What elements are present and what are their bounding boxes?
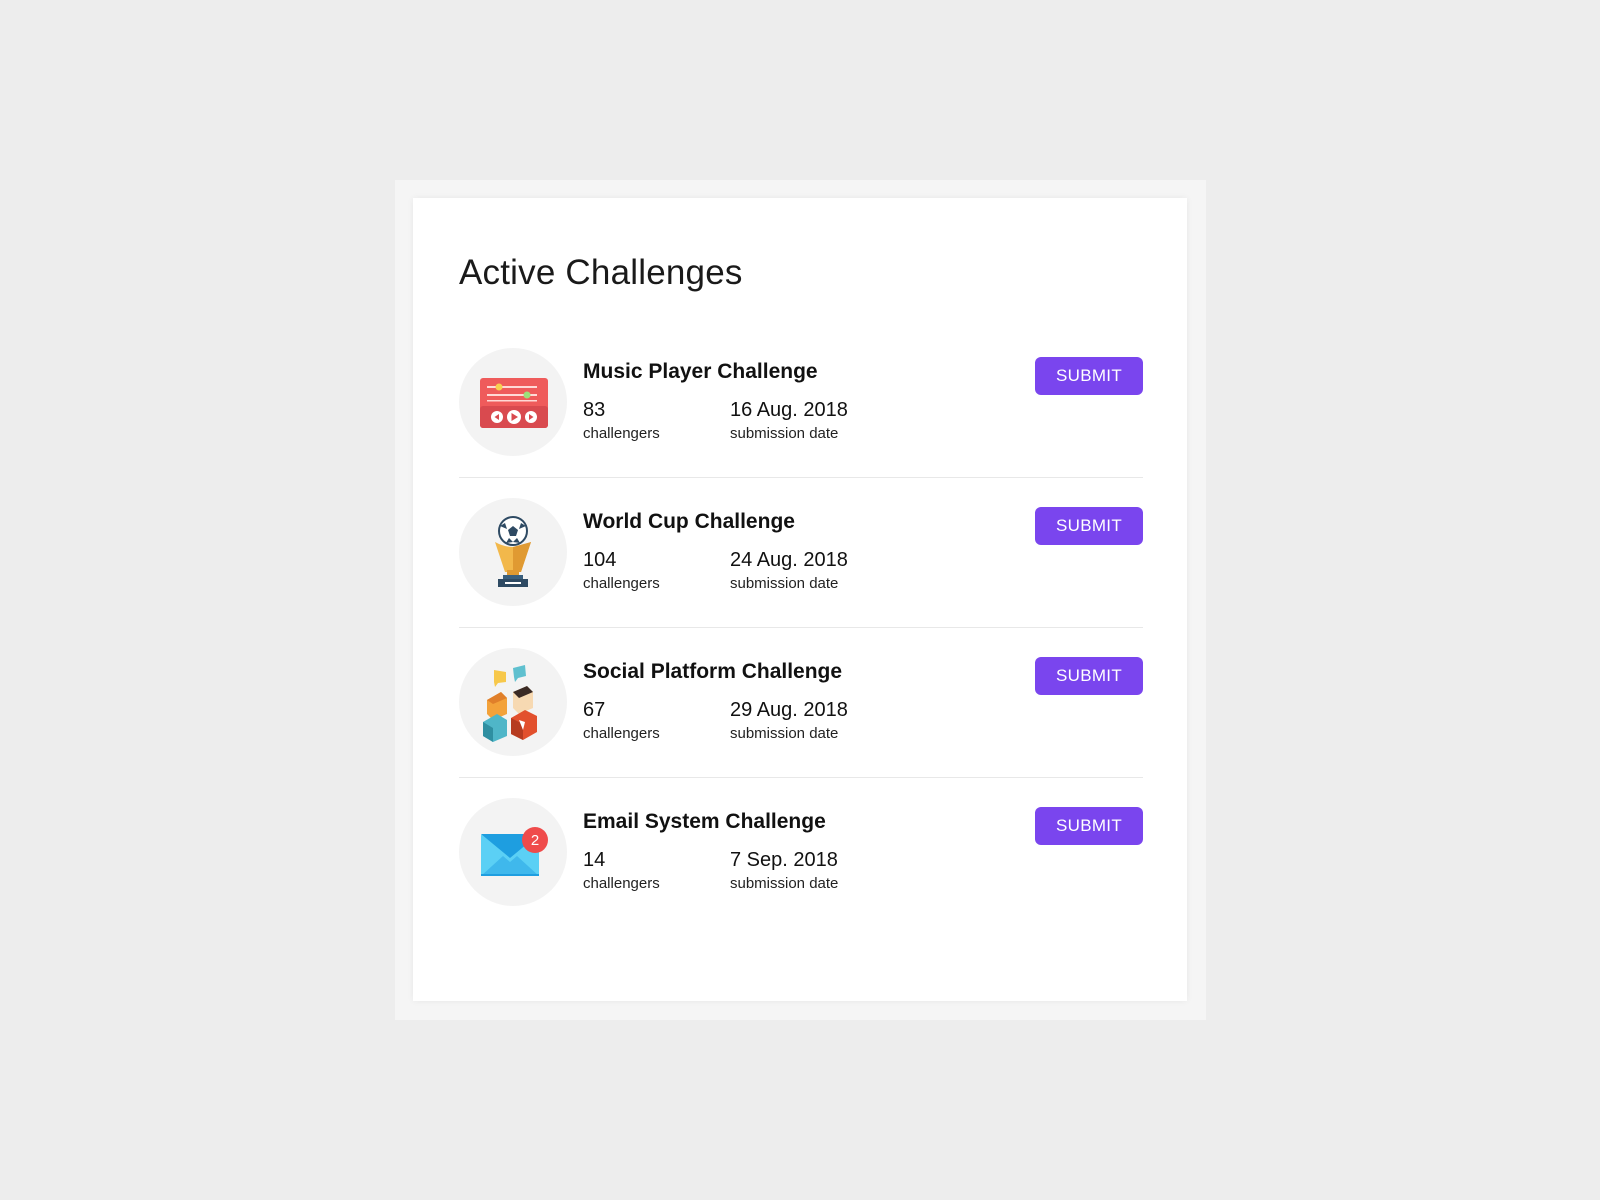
submit-button[interactable]: SUBMIT [1035,657,1143,695]
challenge-icon-circle [459,498,567,606]
challengers-label: challengers [583,425,660,442]
submission-date-stat: 7 Sep. 2018 submission date [730,848,838,892]
challengers-count: 83 [583,399,606,421]
challenge-list: Music Player Challenge 83 challengers 16… [459,348,1143,948]
challengers-label: challengers [583,575,660,592]
challengers-label: challengers [583,875,660,892]
challenge-name: Email System Challenge [583,810,826,833]
challenge-icon-circle: 2 [459,798,567,906]
challengers-label: challengers [583,725,660,742]
challenge-row: Social Platform Challenge 67 challengers… [459,648,1143,798]
challengers-stat: 14 challengers [583,848,660,892]
challengers-stat: 67 challengers [583,698,660,742]
challenge-row: 2 Email System Challenge 14 challengers … [459,798,1143,948]
challengers-stat: 104 challengers [583,548,660,592]
submit-button[interactable]: SUBMIT [1035,807,1143,845]
submission-date-stat: 24 Aug. 2018 submission date [730,548,848,592]
page-title: Active Challenges [459,253,743,292]
submission-date-stat: 29 Aug. 2018 submission date [730,698,848,742]
submit-button[interactable]: SUBMIT [1035,507,1143,545]
row-divider [459,477,1143,478]
email-icon: 2 [481,827,548,876]
active-challenges-card: Active Challenges Music Player Challenge… [413,198,1187,1001]
challenge-name: Music Player Challenge [583,360,818,383]
challenge-icon-circle [459,348,567,456]
challenge-row: World Cup Challenge 104 challengers 24 A… [459,498,1143,648]
challenge-name: Social Platform Challenge [583,660,843,683]
submission-date-value: 16 Aug. 2018 [730,399,848,421]
challenge-icon-circle [459,648,567,756]
submission-date-label: submission date [730,725,839,742]
challengers-count: 104 [583,549,617,571]
submission-date-value: 29 Aug. 2018 [730,699,848,721]
submission-date-label: submission date [730,875,839,892]
challengers-count: 14 [583,849,606,871]
social-people-icon [483,665,537,742]
challenge-row: Music Player Challenge 83 challengers 16… [459,348,1143,498]
submission-date-label: submission date [730,575,839,592]
trophy-icon [495,516,531,587]
music-player-icon [480,378,548,428]
challengers-stat: 83 challengers [583,398,660,442]
submission-date-label: submission date [730,425,839,442]
row-divider [459,627,1143,628]
submission-date-value: 24 Aug. 2018 [730,549,848,571]
challenge-name: World Cup Challenge [583,510,795,533]
row-divider [459,777,1143,778]
submit-button[interactable]: SUBMIT [1035,357,1143,395]
submission-date-value: 7 Sep. 2018 [730,849,838,871]
submission-date-stat: 16 Aug. 2018 submission date [730,398,848,442]
challengers-count: 67 [583,699,606,721]
email-badge-count: 2 [531,832,539,849]
